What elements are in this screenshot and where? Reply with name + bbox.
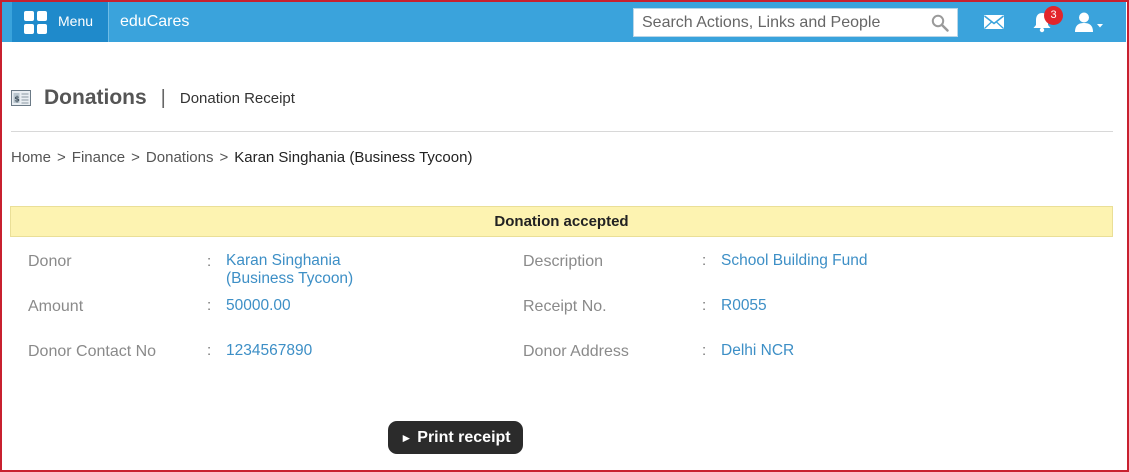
amount-colon: :	[207, 297, 212, 314]
user-icon[interactable]	[1074, 11, 1104, 33]
contact-colon: :	[207, 342, 212, 359]
description-colon: :	[702, 252, 707, 269]
breadcrumb-separator: >	[57, 149, 66, 166]
title-separator: |	[160, 86, 166, 109]
description-value: School Building Fund	[721, 252, 868, 269]
address-label: Donor Address	[523, 343, 629, 360]
amount-label: Amount	[28, 298, 84, 315]
breadcrumb-current: Karan Singhania (Business Tycoon)	[234, 149, 473, 166]
notification-badge: 3	[1044, 6, 1063, 25]
receipt-no-value: R0055	[721, 297, 767, 314]
contact-label: Donor Contact No	[28, 343, 157, 360]
header-divider	[11, 131, 1113, 132]
donor-colon: :	[207, 253, 212, 270]
breadcrumb-separator: >	[131, 149, 140, 166]
menu-grid-icon	[24, 11, 47, 34]
menu-label: Menu	[58, 13, 94, 29]
page-header: $ Donations | Donation Receipt	[11, 86, 295, 110]
search-box[interactable]	[633, 8, 958, 37]
print-receipt-label: Print receipt	[417, 428, 511, 446]
amount-value: 50000.00	[226, 297, 291, 314]
breadcrumb-separator: >	[219, 149, 229, 166]
page-subtitle: Donation Receipt	[179, 89, 295, 107]
receipt-no-colon: :	[702, 297, 707, 314]
search-icon[interactable]	[931, 14, 949, 32]
print-receipt-button[interactable]: ► Print receipt	[388, 421, 523, 454]
address-value: Delhi NCR	[721, 342, 795, 359]
donor-label: Donor	[28, 253, 72, 270]
play-icon: ►	[400, 430, 413, 445]
breadcrumb-home[interactable]: Home	[11, 149, 51, 166]
menu-button[interactable]: Menu	[12, 2, 108, 42]
breadcrumb-donations[interactable]: Donations	[146, 149, 214, 166]
description-label: Description	[523, 253, 604, 270]
breadcrumb: Home > Finance > Donations > Karan Singhania (…	[11, 149, 472, 166]
donor-value: Karan Singhania (Business Tycoon)	[226, 252, 353, 288]
donor-title: (Business Tycoon)	[226, 270, 354, 287]
page-title: Donations	[44, 86, 147, 109]
top-navbar: Menu eduCares 3	[2, 2, 1126, 42]
svg-text:$: $	[14, 95, 20, 104]
menu-divider	[108, 2, 109, 42]
breadcrumb-finance[interactable]: Finance	[72, 149, 125, 166]
receipt-no-label: Receipt No.	[523, 298, 607, 315]
success-notice: Donation accepted	[10, 206, 1113, 237]
address-colon: :	[702, 342, 707, 359]
mail-icon[interactable]	[983, 13, 1005, 31]
brand-name[interactable]: eduCares	[120, 13, 189, 31]
contact-value: 1234567890	[226, 342, 313, 359]
search-input[interactable]	[634, 9, 924, 36]
donation-icon: $	[11, 90, 31, 106]
donor-name: Karan Singhania	[226, 252, 341, 269]
